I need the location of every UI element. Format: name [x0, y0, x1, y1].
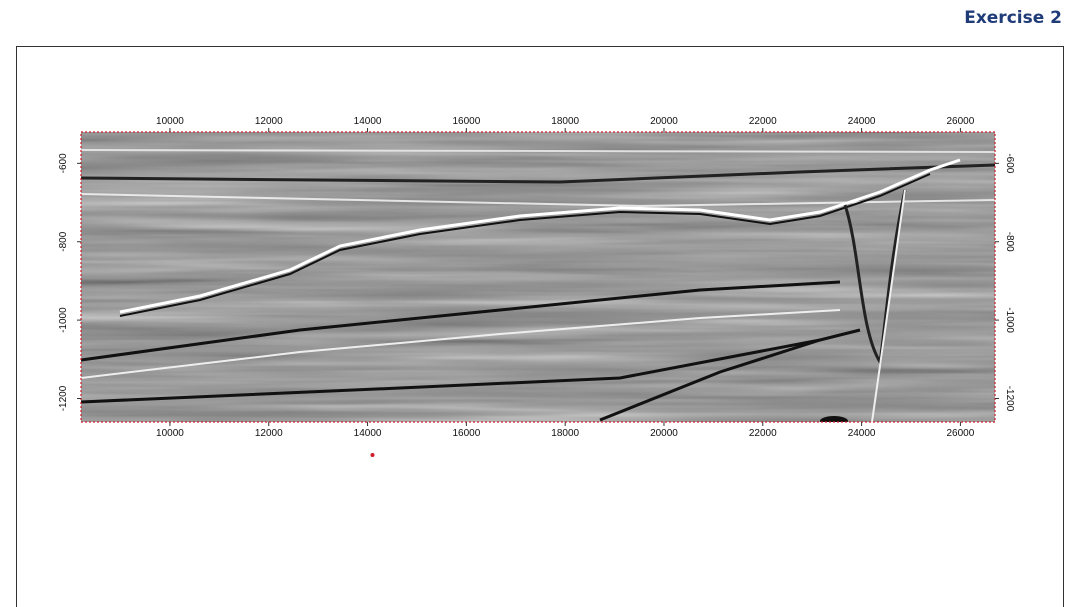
x-tick-label-top: 16000 [452, 116, 480, 127]
x-tick-label-top: 22000 [749, 116, 777, 127]
x-tick-label-top: 14000 [354, 116, 382, 127]
y-axis-left: -600 -800 -1000 -1200 [58, 153, 81, 411]
x-axis-bottom: 10000 12000 14000 16000 18000 20000 22000 24000… [156, 422, 975, 439]
y-tick-label-left: -600 [58, 153, 69, 173]
red-marker-dot [370, 453, 375, 457]
seismic-section-figure: 10000 12000 14000 16000 18000 20000 22000 24000… [58, 116, 1015, 457]
y-tick-label-right: -800 [1004, 232, 1015, 252]
x-tick-label-bottom: 26000 [947, 428, 975, 439]
x-tick-label-bottom: 12000 [255, 428, 283, 439]
y-tick-label-left: -1200 [58, 385, 69, 411]
x-tick-label-bottom: 14000 [354, 428, 382, 439]
x-tick-label-bottom: 18000 [551, 428, 579, 439]
x-tick-label-top: 26000 [947, 116, 975, 127]
y-tick-label-right: -1000 [1004, 307, 1015, 333]
x-tick-label-top: 18000 [551, 116, 579, 127]
x-tick-label-top: 12000 [255, 116, 283, 127]
x-tick-label-bottom: 16000 [452, 428, 480, 439]
x-tick-label-bottom: 10000 [156, 428, 184, 439]
x-tick-label-bottom: 22000 [749, 428, 777, 439]
y-tick-label-right: -1200 [1004, 386, 1015, 412]
y-tick-label-left: -1000 [58, 307, 69, 333]
x-tick-label-top: 24000 [848, 116, 876, 127]
x-tick-label-bottom: 20000 [650, 428, 678, 439]
y-axis-right: -600 -800 -1000 -1200 [995, 153, 1015, 412]
x-tick-label-top: 10000 [156, 116, 184, 127]
x-axis-top: 10000 12000 14000 16000 18000 20000 22000 24000… [156, 116, 975, 132]
y-tick-label-right: -600 [1004, 153, 1015, 173]
seismic-image [81, 132, 995, 422]
x-tick-label-top: 20000 [650, 116, 678, 127]
x-tick-label-bottom: 24000 [848, 428, 876, 439]
y-tick-label-left: -800 [58, 231, 69, 251]
